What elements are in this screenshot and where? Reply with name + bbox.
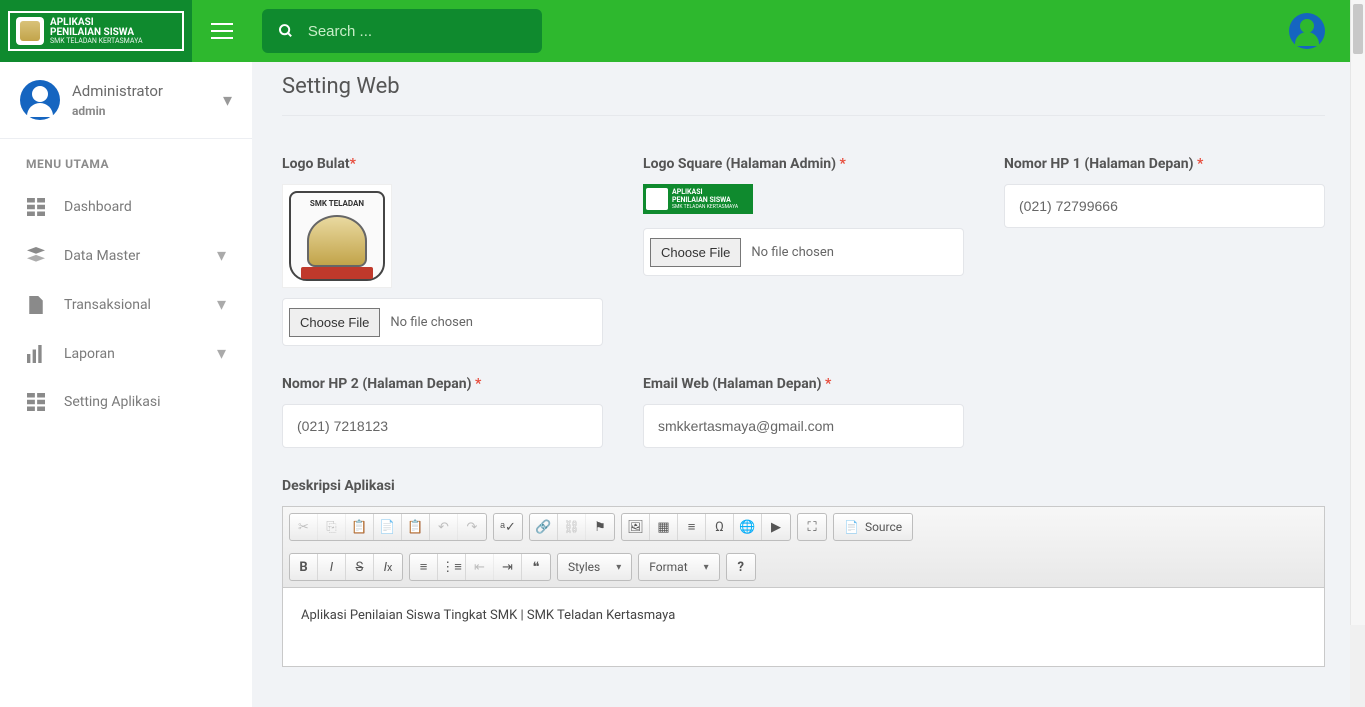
choose-file-button[interactable]: Choose File — [289, 308, 380, 337]
blockquote-button[interactable]: ❝ — [522, 554, 550, 580]
sidebar-item-setting[interactable]: Setting Aplikasi — [0, 378, 252, 426]
menu-header: MENU UTAMA — [0, 138, 252, 183]
file-status: No file chosen — [390, 315, 473, 330]
outdent-button[interactable]: ⇤ — [466, 554, 494, 580]
grid-icon — [26, 392, 46, 412]
sidebar-item-dashboard[interactable]: Dashboard — [0, 183, 252, 231]
bold-button[interactable]: B — [290, 554, 318, 580]
sidebar: Administrator admin ▾ MENU UTAMA Dashboa… — [0, 62, 252, 707]
chevron-down-icon: ▾ — [217, 245, 226, 266]
label-hp2: Nomor HP 2 (Halaman Depan) * — [282, 376, 603, 392]
image-button[interactable]: 🖼 — [622, 514, 650, 540]
sidebar-item-transaksional[interactable]: Transaksional ▾ — [0, 280, 252, 329]
user-avatar-menu[interactable] — [1289, 13, 1325, 49]
divider — [282, 115, 1325, 116]
topbar: APLIKASI PENILAIAN SISWA SMK TELADAN KER… — [0, 0, 1365, 62]
page-scrollbar[interactable] — [1350, 0, 1365, 625]
page-title: Setting Web — [282, 62, 1325, 115]
search-input[interactable] — [308, 23, 526, 40]
hr-button[interactable]: ≡ — [678, 514, 706, 540]
cut-button[interactable]: ✂ — [290, 514, 318, 540]
square-logo-icon — [646, 188, 668, 210]
paste-word-button[interactable]: 📋 — [402, 514, 430, 540]
input-hp1[interactable] — [1004, 184, 1325, 228]
styles-dropdown[interactable]: Styles — [558, 554, 631, 580]
indent-button[interactable]: ⇥ — [494, 554, 522, 580]
specialchar-button[interactable]: Ω — [706, 514, 734, 540]
anchor-button[interactable]: ⚑ — [586, 514, 614, 540]
chart-icon — [26, 344, 46, 364]
unlink-button[interactable]: ⛓ — [558, 514, 586, 540]
logo-text: SMK TELADAN — [297, 199, 377, 208]
user-role: admin — [72, 104, 163, 118]
logo-bulat-preview: SMK TELADAN — [282, 184, 392, 288]
brand-line1: APLIKASI — [50, 18, 143, 28]
sidebar-toggle[interactable] — [192, 23, 252, 39]
editor-toolbar: ✂ ⎘ 📋 📄 📋 ↶ ↷ ᵃ✓ 🔗 ⛓ ⚑ 🖼 — [283, 507, 1324, 588]
avatar-icon — [20, 80, 60, 120]
choose-file-button[interactable]: Choose File — [650, 238, 741, 267]
rich-text-editor: ✂ ⎘ 📋 📄 📋 ↶ ↷ ᵃ✓ 🔗 ⛓ ⚑ 🖼 — [282, 506, 1325, 667]
embed-button[interactable]: ▶ — [762, 514, 790, 540]
content: Setting Web Logo Bulat* SMK TELADAN Choo… — [252, 62, 1365, 707]
editor-body[interactable]: Aplikasi Penilaian Siswa Tingkat SMK | S… — [283, 588, 1324, 666]
search-box[interactable] — [262, 9, 542, 53]
brand-line2: PENILAIAN SISWA — [50, 28, 143, 38]
maximize-button[interactable]: ⛶ — [798, 514, 826, 540]
help-button[interactable]: ? — [727, 554, 755, 580]
logo-square-preview: APLIKASI PENILAIAN SISWA SMK TELADAN KER… — [643, 184, 753, 214]
label-deskripsi: Deskripsi Aplikasi — [282, 478, 1325, 494]
sidebar-label: Dashboard — [64, 199, 132, 215]
chevron-down-icon: ▾ — [217, 343, 226, 364]
brand-line3: SMK TELADAN KERTASMAYA — [50, 38, 143, 45]
paste-text-button[interactable]: 📄 — [374, 514, 402, 540]
chevron-down-icon: ▾ — [217, 294, 226, 315]
hamburger-icon — [211, 23, 233, 39]
layers-icon — [26, 246, 46, 266]
strike-button[interactable]: S — [346, 554, 374, 580]
brand-logo-icon — [16, 17, 44, 45]
sidebar-label: Transaksional — [64, 297, 151, 313]
label-logo-bulat: Logo Bulat* — [282, 156, 603, 172]
redo-button[interactable]: ↷ — [458, 514, 486, 540]
bulletlist-button[interactable]: ⋮≡ — [438, 554, 466, 580]
user-block[interactable]: Administrator admin ▾ — [0, 62, 252, 138]
brand-text: APLIKASI PENILAIAN SISWA SMK TELADAN KER… — [50, 18, 143, 45]
chevron-down-icon: ▾ — [223, 90, 232, 111]
file-input-logo-square[interactable]: Choose File No file chosen — [643, 228, 964, 276]
iframe-button[interactable]: 🌐 — [734, 514, 762, 540]
italic-button[interactable]: I — [318, 554, 346, 580]
brand-badge: APLIKASI PENILAIAN SISWA SMK TELADAN KER… — [8, 11, 184, 51]
file-status: No file chosen — [751, 245, 834, 260]
input-email[interactable] — [643, 404, 964, 448]
label-hp1: Nomor HP 1 (Halaman Depan) * — [1004, 156, 1325, 172]
removeformat-button[interactable]: Ix — [374, 554, 402, 580]
user-name: Administrator — [72, 82, 163, 100]
paste-button[interactable]: 📋 — [346, 514, 374, 540]
link-button[interactable]: 🔗 — [530, 514, 558, 540]
input-hp2[interactable] — [282, 404, 603, 448]
copy-button[interactable]: ⎘ — [318, 514, 346, 540]
numlist-button[interactable]: ≡ — [410, 554, 438, 580]
sidebar-item-data-master[interactable]: Data Master ▾ — [0, 231, 252, 280]
sidebar-label: Data Master — [64, 248, 140, 264]
sidebar-item-laporan[interactable]: Laporan ▾ — [0, 329, 252, 378]
label-logo-square: Logo Square (Halaman Admin) * — [643, 156, 964, 172]
table-button[interactable]: ▦ — [650, 514, 678, 540]
sidebar-label: Setting Aplikasi — [64, 394, 161, 410]
undo-button[interactable]: ↶ — [430, 514, 458, 540]
grid-icon — [26, 197, 46, 217]
file-icon — [26, 295, 46, 315]
source-button[interactable]: 📄 Source — [834, 514, 912, 540]
format-dropdown[interactable]: Format — [639, 554, 718, 580]
label-email: Email Web (Halaman Depan) * — [643, 376, 964, 392]
brand[interactable]: APLIKASI PENILAIAN SISWA SMK TELADAN KER… — [0, 0, 192, 62]
search-icon — [278, 22, 294, 40]
file-input-logo-bulat[interactable]: Choose File No file chosen — [282, 298, 603, 346]
sidebar-label: Laporan — [64, 346, 115, 362]
spellcheck-button[interactable]: ᵃ✓ — [494, 514, 522, 540]
